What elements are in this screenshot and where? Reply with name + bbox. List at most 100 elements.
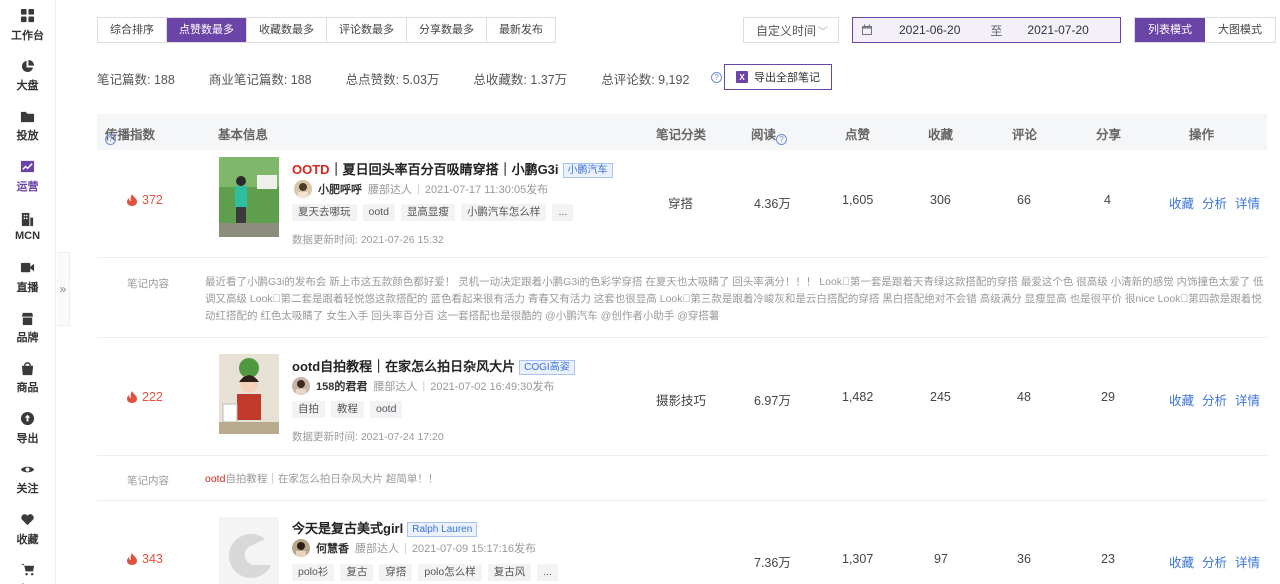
tag[interactable]: ootd	[362, 204, 395, 221]
analyze-link[interactable]: 分析	[1202, 193, 1227, 212]
author-name[interactable]: 何慧香	[316, 540, 349, 556]
author-level: 腰部达人	[355, 543, 399, 555]
header-collects[interactable]: 收藏	[928, 124, 953, 143]
tag[interactable]: 复古	[340, 564, 374, 581]
row-actions: 收藏 分析 详情	[1169, 390, 1260, 409]
sidebar-item-workbench[interactable]: 工作台	[0, 0, 55, 50]
likes-count: 1,307	[842, 552, 874, 566]
sidebar-item-favorites[interactable]: 收藏	[0, 504, 55, 554]
date-end[interactable]: 2021-07-20	[1027, 23, 1088, 37]
divider: |	[422, 380, 426, 392]
tag[interactable]: ootd	[370, 401, 403, 418]
analyze-link[interactable]: 分析	[1202, 552, 1227, 571]
note-title[interactable]: 今天是复古美式girl Ralph Lauren	[292, 518, 478, 537]
collects-count: 97	[934, 552, 948, 566]
collect-link[interactable]: 收藏	[1169, 193, 1194, 212]
sidebar-item-live[interactable]: 直播	[0, 252, 55, 302]
sidebar-collapse-handle[interactable]: »	[57, 252, 70, 326]
detail-link[interactable]: 详情	[1235, 193, 1260, 212]
note-title[interactable]: ootd自拍教程｜在家怎么拍日杂风大片 COGI高姿	[292, 356, 575, 375]
spread-index-value: 372	[142, 193, 163, 207]
fire-icon	[127, 553, 137, 565]
tag[interactable]: 显高显瘦	[400, 204, 455, 221]
date-separator: 至	[990, 23, 1003, 38]
table-row[interactable]: 222 ootd自拍教程｜在家怎么拍日杂风大片 COGI高姿 158的君君 腰部达…	[97, 338, 1267, 456]
sidebar-item-mcn[interactable]: MCN	[0, 202, 55, 252]
table-row[interactable]: 372 OOTD｜夏日回头率百分百吸睛穿搭｜小鹏G3i 小鹏汽车 小肥呼呼 腰部达…	[97, 150, 1267, 258]
note-thumbnail[interactable]	[219, 517, 279, 584]
content-keyword: ootd	[205, 473, 226, 485]
header-comments[interactable]: 评论	[1012, 124, 1037, 143]
analyze-link[interactable]: 分析	[1202, 390, 1227, 409]
sidebar-item-goods[interactable]: 商品	[0, 353, 55, 403]
sort-tab-likes[interactable]: 点赞数最多	[167, 18, 247, 42]
header-reads-label: 阅读	[751, 128, 777, 142]
avatar[interactable]	[292, 539, 310, 557]
sort-tab-latest[interactable]: 最新发布	[487, 18, 555, 42]
content-label: 笔记内容	[127, 475, 169, 487]
tag[interactable]: 夏天去哪玩	[292, 204, 357, 221]
avatar[interactable]	[292, 377, 310, 395]
sidebar-item-brand[interactable]: 品牌	[0, 302, 55, 352]
collect-link[interactable]: 收藏	[1169, 390, 1194, 409]
header-likes[interactable]: 点赞	[845, 124, 870, 143]
brand-tag[interactable]: COGI高姿	[519, 360, 575, 375]
tag[interactable]: 穿搭	[379, 564, 413, 581]
header-shares[interactable]: 分享	[1096, 124, 1121, 143]
title-text: 今天是复古美式girl	[292, 521, 404, 536]
tag[interactable]: polo衫	[292, 564, 335, 581]
date-start[interactable]: 2021-06-20	[899, 23, 960, 37]
view-mode-gallery[interactable]: 大图模式	[1205, 18, 1275, 42]
help-icon[interactable]: ?	[711, 72, 722, 83]
note-title[interactable]: OOTD｜夏日回头率百分百吸睛穿搭｜小鹏G3i 小鹏汽车	[292, 159, 613, 178]
table-row[interactable]: 343 今天是复古美式girl Ralph Lauren 何慧香 腰部达人 | 202…	[97, 501, 1267, 584]
date-range-picker[interactable]: 2021-06-20 至 2021-07-20	[852, 17, 1121, 43]
tag-more[interactable]: ...	[537, 564, 558, 581]
author-name[interactable]: 小肥呼呼	[318, 181, 362, 197]
header-index[interactable]: ? 传播指数	[105, 124, 155, 145]
grid-icon	[20, 8, 36, 24]
author-name[interactable]: 158的君君	[316, 378, 367, 394]
avatar[interactable]	[294, 180, 312, 198]
time-range-value: 自定义时间	[756, 23, 817, 38]
note-thumbnail[interactable]	[219, 157, 279, 237]
tag-more[interactable]: ...	[552, 204, 574, 221]
tag[interactable]: polo怎么样	[418, 564, 482, 581]
sidebar-item-purchase[interactable]: 购买	[0, 554, 55, 584]
sidebar-item-label: 品牌	[16, 332, 39, 345]
tag[interactable]: 教程	[331, 401, 364, 418]
header-reads[interactable]: 阅读 ?	[751, 124, 788, 145]
sidebar-item-dashboard[interactable]: 大盘	[0, 50, 55, 100]
sort-tab-shares[interactable]: 分享数最多	[407, 18, 487, 42]
brand-tag[interactable]: Ralph Lauren	[407, 522, 478, 537]
export-all-button[interactable]: X 导出全部笔记	[724, 64, 832, 90]
time-range-select[interactable]: 自定义时间 ﹀	[743, 17, 839, 43]
detail-link[interactable]: 详情	[1235, 552, 1260, 571]
author-line: 158的君君 腰部达人 | 2021-07-02 16:49:30发布	[292, 377, 554, 395]
stats-bar: 笔记篇数: 188 商业笔记篇数: 188 总点赞数: 5.03万 总收藏数: …	[97, 69, 723, 88]
sort-tab-overall[interactable]: 综合排序	[98, 18, 167, 42]
sidebar-item-ads[interactable]: 投放	[0, 101, 55, 151]
sidebar-item-follow[interactable]: 关注	[0, 454, 55, 504]
note-thumbnail[interactable]	[219, 354, 279, 434]
tag[interactable]: 复古风	[487, 564, 532, 581]
view-mode-list[interactable]: 列表模式	[1135, 18, 1205, 42]
sidebar-item-export[interactable]: 导出	[0, 403, 55, 453]
export-all-label: 导出全部笔记	[754, 72, 820, 84]
brand-tag[interactable]: 小鹏汽车	[562, 163, 613, 178]
shares-count: 29	[1101, 390, 1115, 404]
comments-count: 48	[1017, 390, 1031, 404]
header-info: 基本信息	[218, 128, 269, 142]
collect-link[interactable]: 收藏	[1169, 552, 1194, 571]
fire-icon	[127, 391, 137, 403]
note-content-text: ootd自拍教程｜在家怎么拍日杂风大片 超简单！！	[205, 471, 1265, 488]
sort-tab-comments[interactable]: 评论数最多	[327, 18, 407, 42]
sort-tab-collects[interactable]: 收藏数最多	[247, 18, 327, 42]
detail-link[interactable]: 详情	[1235, 390, 1260, 409]
tag[interactable]: 自拍	[292, 401, 325, 418]
view-mode-switch: 列表模式 大图模式	[1134, 17, 1276, 43]
divider: |	[417, 183, 420, 195]
sidebar-item-operation[interactable]: 运营	[0, 151, 55, 201]
sort-tabs: 综合排序 点赞数最多 收藏数最多 评论数最多 分享数最多 最新发布	[97, 17, 556, 43]
tag[interactable]: 小鹏汽车怎么样	[460, 204, 547, 221]
